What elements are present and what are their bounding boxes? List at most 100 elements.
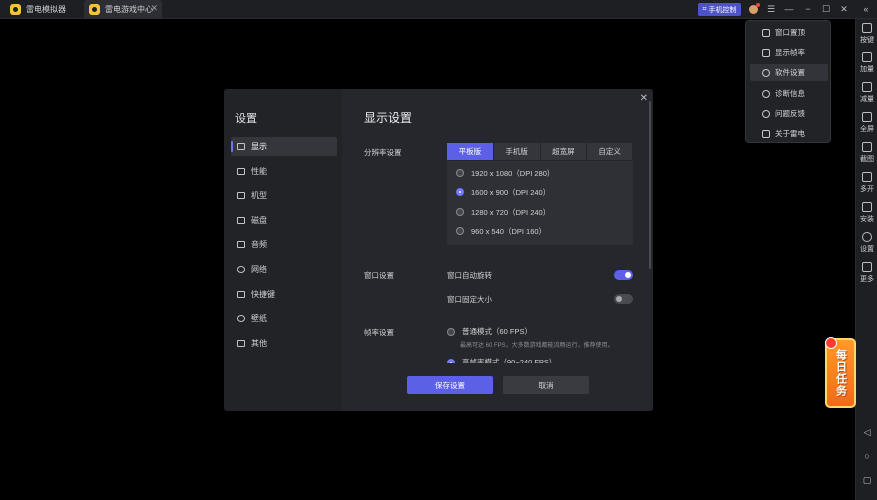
back-icon[interactable]: ◁ (862, 427, 872, 437)
fps-normal-note: 最高可达 60 FPS，大多数游戏都能流畅运行，推荐使用。 (460, 343, 614, 349)
nav-item-disk[interactable]: 磁盘 (231, 211, 337, 230)
fixed-size-toggle[interactable] (614, 294, 633, 304)
menu-icon[interactable]: ☰ (763, 1, 779, 17)
minimize-window-icon[interactable]: − (800, 1, 816, 17)
right-toolbar: 按键 加量 减量 全屏 截图 多开 安装 设置 更多 ◁ ○ ▢ (855, 19, 877, 500)
settings-dialog: 设置 显示 性能 机型 磁盘 音频 网络 快捷键 壁纸 其他 ✕ 显示设置 分辨… (224, 89, 653, 411)
daily-task-badge[interactable]: 每日任务 (825, 337, 856, 408)
fps-settings-label: 帧率设置 (364, 328, 394, 337)
sidebar-item-keys[interactable]: 按键 (856, 23, 877, 45)
disk-icon (237, 217, 245, 224)
user-avatar[interactable] (745, 1, 761, 17)
maximize-icon[interactable]: ☐ (818, 1, 834, 17)
window-settings-label: 窗口设置 (364, 271, 394, 280)
save-button[interactable]: 保存设置 (407, 376, 493, 394)
menu-item-settings[interactable]: 软件设置 (750, 64, 828, 81)
dialog-footer (342, 363, 653, 411)
help-icon (762, 109, 770, 118)
close-window-icon[interactable]: ✕ (836, 1, 852, 17)
radio-button[interactable] (456, 169, 464, 177)
more-icon (862, 262, 872, 272)
sidebar-item-screenshot[interactable]: 截图 (856, 142, 877, 164)
menu-item-show-fps[interactable]: 显示帧率 (750, 44, 828, 61)
tab-custom[interactable]: 自定义 (587, 143, 632, 160)
radio-button[interactable] (456, 208, 464, 216)
phone-icon: ⌗ (702, 5, 707, 13)
globe-icon (237, 266, 245, 273)
sidebar-item-volume-down[interactable]: 减量 (856, 82, 877, 104)
chip-icon (237, 168, 245, 175)
fps-normal-option[interactable]: 普通模式（60 FPS） (447, 326, 532, 337)
close-dialog-icon[interactable]: ✕ (640, 93, 648, 104)
gear-icon (762, 68, 770, 77)
sidebar-item-more[interactable]: 更多 (856, 262, 877, 284)
tab-tablet[interactable]: 平板版 (447, 143, 493, 160)
title-bar: 雷电模拟器 雷电游戏中心 ✕ ⌗ 手机控制 ☰ — − ☐ ✕ « (0, 0, 877, 19)
nav-item-network[interactable]: 网络 (231, 260, 337, 279)
multi-instance-icon (862, 172, 872, 182)
sidebar-item-multi[interactable]: 多开 (856, 172, 877, 194)
fixed-size-label: 窗口固定大小 (447, 294, 492, 304)
content-scrollbar[interactable] (649, 101, 651, 269)
phone-control-button[interactable]: ⌗ 手机控制 (698, 3, 741, 16)
info-icon (762, 129, 770, 138)
tab-game-center[interactable]: 雷电游戏中心 ✕ (84, 0, 162, 19)
monitor-icon (237, 143, 245, 150)
tab-label: 雷电模拟器 (26, 5, 66, 14)
nav-item-audio[interactable]: 音频 (231, 235, 337, 254)
volume-down-icon (862, 82, 872, 92)
tab-ldplayer[interactable]: 雷电模拟器 (4, 0, 80, 19)
resolution-option[interactable]: 1600 x 900（DPI 240） (456, 185, 550, 199)
tab-ultrawide[interactable]: 超宽屏 (540, 143, 587, 160)
fps-icon (762, 48, 770, 57)
sidebar-item-install[interactable]: 安装 (856, 202, 877, 224)
resolution-options: 1920 x 1080（DPI 280） 1600 x 900（DPI 240）… (447, 161, 633, 245)
resolution-option[interactable]: 1920 x 1080（DPI 280） (456, 166, 554, 180)
install-icon (862, 202, 872, 212)
radio-button-selected[interactable] (456, 188, 464, 196)
close-tab-icon[interactable]: ✕ (150, 3, 158, 14)
search-icon (762, 89, 770, 98)
nav-item-other[interactable]: 其他 (231, 334, 337, 353)
nav-item-performance[interactable]: 性能 (231, 162, 337, 181)
recent-apps-icon[interactable]: ▢ (862, 475, 872, 485)
scissors-icon (862, 142, 872, 152)
cancel-button[interactable]: 取消 (503, 376, 589, 394)
radio-button[interactable] (456, 227, 464, 235)
resolution-option[interactable]: 1280 x 720（DPI 240） (456, 205, 550, 219)
notification-dot-icon (825, 337, 837, 349)
resolution-label: 分辨率设置 (364, 148, 402, 157)
avatar-icon (748, 2, 760, 14)
sidebar-item-settings[interactable]: 设置 (856, 232, 877, 254)
menu-item-pin-window[interactable]: 窗口置顶 (750, 24, 828, 41)
keyboard-icon (862, 23, 872, 33)
auto-rotate-row: 窗口自动旋转 (447, 269, 633, 281)
main-menu-dropdown: 窗口置顶 显示帧率 软件设置 诊断信息 问题反馈 关于雷电 (745, 20, 831, 143)
section-heading: 显示设置 (364, 111, 413, 125)
audio-icon (237, 241, 245, 248)
menu-item-about[interactable]: 关于雷电 (750, 125, 828, 142)
dialog-title: 设置 (235, 113, 257, 125)
pin-icon (762, 28, 770, 37)
tab-phone[interactable]: 手机版 (493, 143, 540, 160)
grid-icon (237, 340, 245, 347)
sidebar-item-volume-up[interactable]: 加量 (856, 52, 877, 74)
radio-button[interactable] (447, 327, 455, 336)
sidebar-item-fullscreen[interactable]: 全屏 (856, 112, 877, 134)
nav-item-shortcuts[interactable]: 快捷键 (231, 285, 337, 304)
nav-item-model[interactable]: 机型 (231, 186, 337, 205)
nav-item-display[interactable]: 显示 (231, 137, 337, 156)
volume-up-icon (862, 52, 872, 62)
home-icon[interactable]: ○ (862, 451, 872, 461)
auto-rotate-toggle[interactable] (614, 270, 633, 280)
shortcut-key-icon (237, 291, 245, 298)
nav-item-wallpaper[interactable]: 壁纸 (231, 309, 337, 328)
collapse-sidebar-icon[interactable]: « (858, 1, 874, 17)
tab-label: 雷电游戏中心 (105, 5, 153, 14)
menu-item-feedback[interactable]: 问题反馈 (750, 105, 828, 122)
palette-icon (237, 315, 245, 322)
menu-item-diagnostics[interactable]: 诊断信息 (750, 85, 828, 102)
minimize-icon[interactable]: — (781, 1, 797, 17)
resolution-option[interactable]: 960 x 540（DPI 160） (456, 224, 546, 238)
gear-icon (862, 232, 872, 242)
